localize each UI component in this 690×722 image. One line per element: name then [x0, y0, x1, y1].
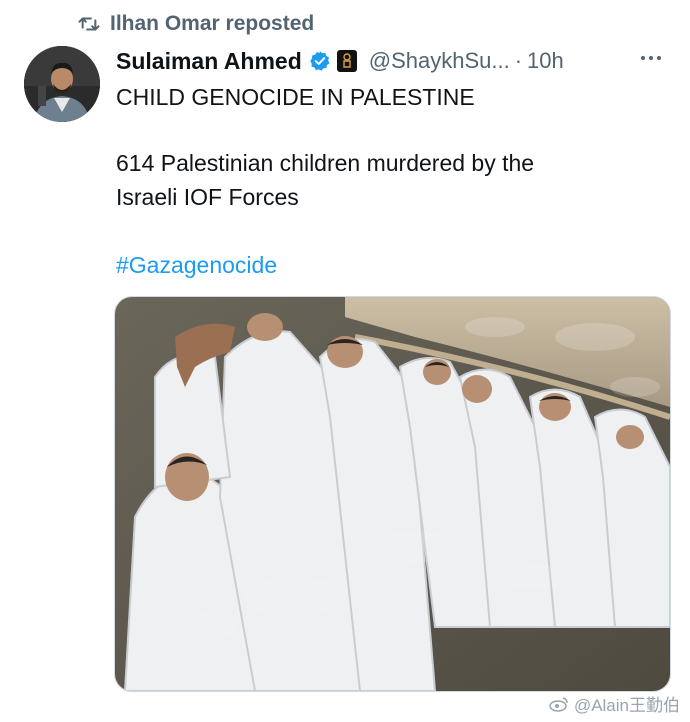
repost-indicator[interactable]: Ilhan Omar reposted [78, 10, 314, 38]
verified-badge-icon[interactable] [309, 50, 331, 72]
avatar[interactable] [24, 46, 100, 122]
tweet-text-line: Israeli IOF Forces [116, 184, 299, 210]
watermark-text: @Alain王勤伯 [573, 696, 680, 715]
timestamp[interactable]: 10h [527, 48, 564, 74]
watermark: @Alain王勤伯 [549, 691, 680, 716]
affiliation-badge-icon[interactable] [336, 50, 357, 72]
hashtag-link[interactable]: #Gazagenocide [116, 248, 277, 282]
author-name[interactable]: Sulaiman Ahmed [116, 48, 302, 75]
tweet-text-line: CHILD GENOCIDE IN PALESTINE [116, 84, 475, 110]
weibo-logo-icon [549, 696, 568, 712]
repost-label[interactable]: Ilhan Omar reposted [110, 12, 314, 36]
more-options-icon[interactable] [636, 46, 666, 70]
separator-dot: · [514, 48, 523, 73]
tweet-text-line: 614 Palestinian children murdered by the [116, 150, 535, 176]
author-handle[interactable]: @ShaykhSu... [369, 48, 510, 74]
tweet-header: Sulaiman Ahmed @ShaykhSu... · 10h [116, 44, 670, 78]
tweet-card[interactable]: Ilhan Omar reposted Sulaiman Ahmed @Shay… [0, 0, 690, 722]
tweet-photo[interactable] [114, 296, 671, 692]
repost-icon [78, 14, 100, 34]
